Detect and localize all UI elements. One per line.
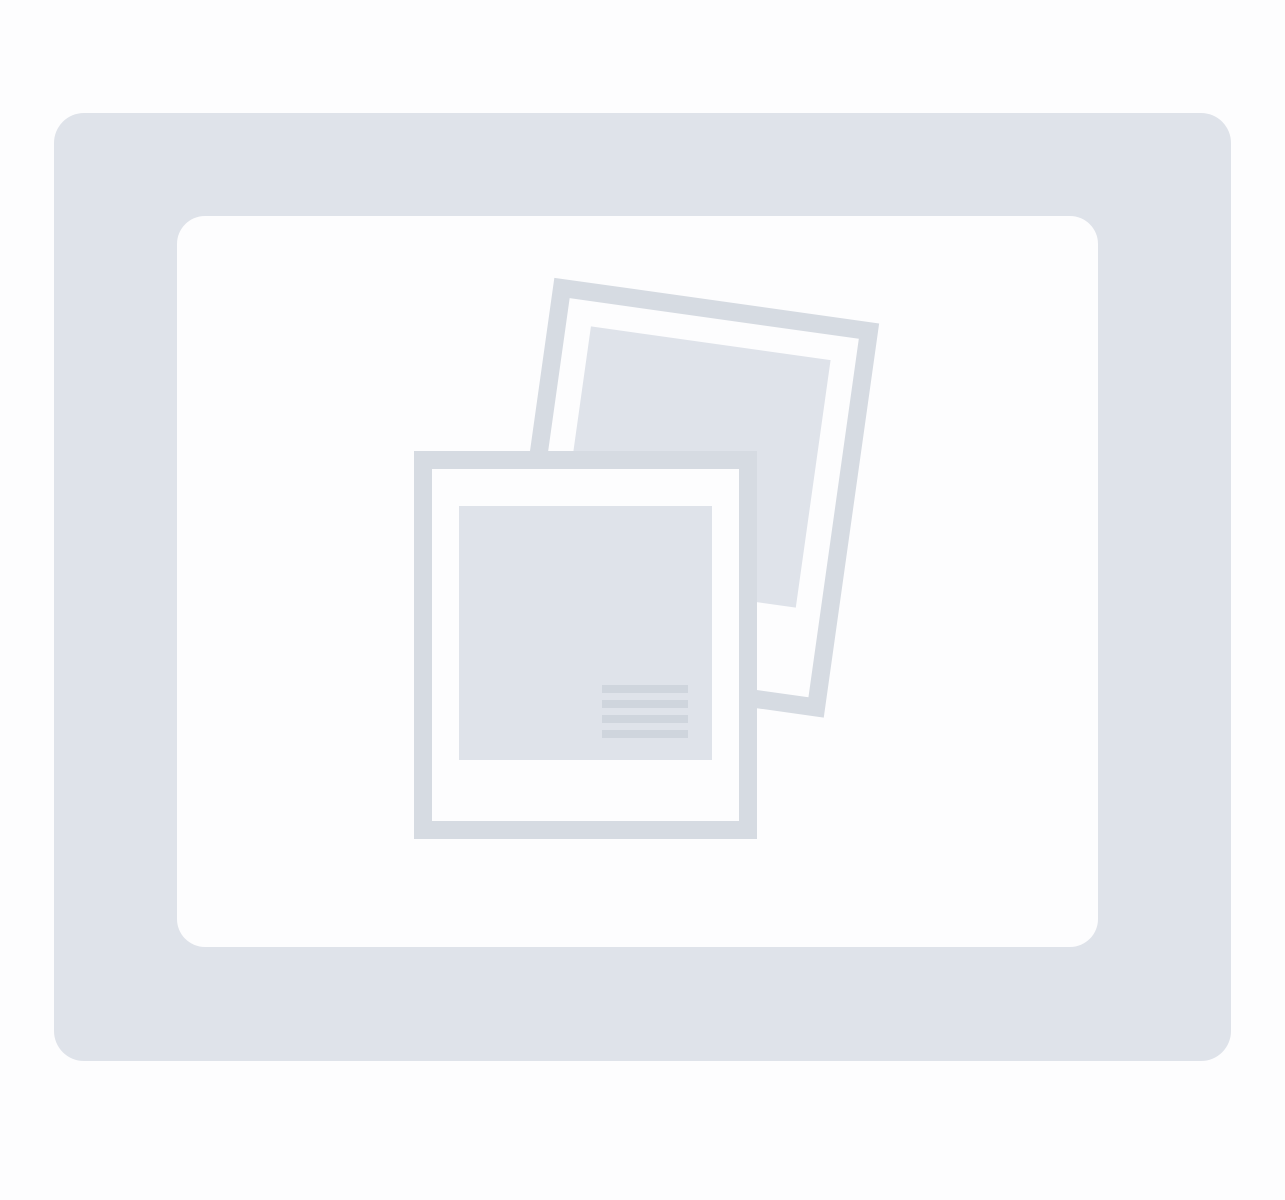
image-placeholder-icon-wrap xyxy=(177,216,1098,947)
image-placeholder-icon xyxy=(413,277,880,842)
front-photo-icon xyxy=(413,451,757,842)
image-placeholder-panel xyxy=(177,216,1098,947)
canvas xyxy=(0,0,1285,1200)
image-placeholder-frame xyxy=(54,113,1231,1061)
